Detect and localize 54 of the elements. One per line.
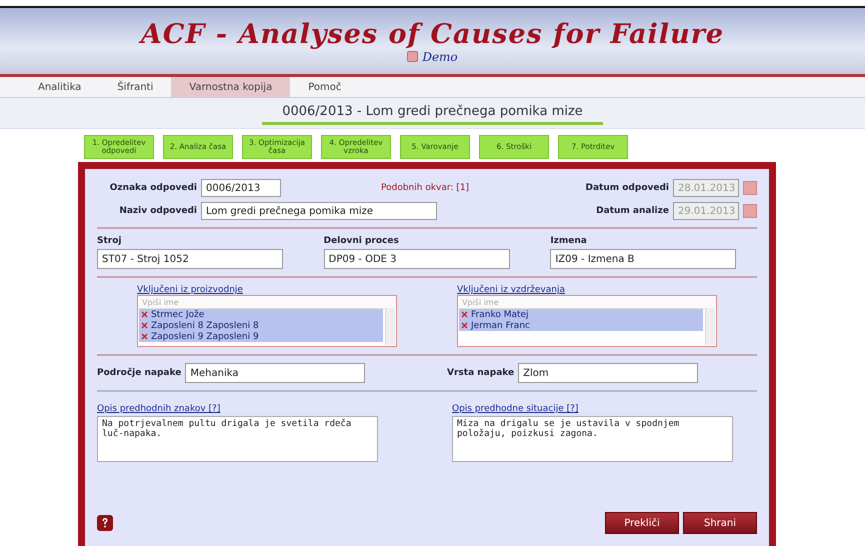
- person-name: Jerman Franc: [471, 320, 530, 330]
- people-listbox[interactable]: Vpiši ime Strmec Jože Zaposleni 8 Zaposleni 8 Zaposleni 9 Zaposleni 9: [137, 295, 397, 347]
- person-name: Franko Matej: [471, 310, 529, 320]
- scrollbar[interactable]: [385, 308, 395, 345]
- similar-failures-link[interactable]: Podobnih okvar: [1]: [381, 183, 470, 193]
- record-heading: 0006/2013 - Lom gredi prečnega pomika mize: [262, 102, 603, 124]
- list-item[interactable]: Zaposleni 8 Zaposleni 8: [139, 320, 383, 331]
- app-title: ACF - Analyses of Causes for Failure: [140, 18, 724, 50]
- select-field[interactable]: ST07 - Stroj 1052: [97, 249, 283, 269]
- id-field[interactable]: 0006/2013: [201, 179, 281, 197]
- field-label: Naziv odpovedi: [118, 206, 197, 216]
- remove-icon[interactable]: [141, 322, 148, 329]
- menu-item[interactable]: Pomoč: [290, 77, 360, 97]
- remove-icon[interactable]: [461, 311, 468, 318]
- person-name: Zaposleni 9 Zaposleni 9: [151, 332, 259, 342]
- person-name: Strmec Jože: [151, 310, 204, 320]
- person-name: Zaposleni 8 Zaposleni 8: [151, 320, 259, 330]
- field-label: Datum odpovedi: [585, 183, 669, 193]
- select-field[interactable]: IZ09 - Izmena B: [550, 249, 736, 269]
- description-textarea[interactable]: Miza na drigalu se je ustavila v spodnjem položaju, poizkusi zagona.: [452, 416, 733, 462]
- field-label: Vrsta napake: [447, 368, 514, 378]
- list-item[interactable]: Zaposleni 9 Zaposleni 9: [139, 331, 383, 342]
- help-icon[interactable]: [97, 515, 113, 531]
- list-item[interactable]: Strmec Jože: [139, 309, 383, 320]
- form-button[interactable]: Shrani: [683, 512, 757, 534]
- select-field[interactable]: DP09 - ODE 3: [324, 249, 510, 269]
- text-field[interactable]: Zlom: [518, 363, 698, 383]
- name-search-field[interactable]: Vpiši ime: [139, 297, 395, 309]
- name-field[interactable]: Lom gredi prečnega pomika mize: [201, 202, 437, 220]
- field-label: Delovni proces: [324, 236, 400, 246]
- menu-item[interactable]: Šifranti: [99, 77, 172, 97]
- list-label: Vključeni iz proizvodnje: [137, 285, 244, 295]
- people-listbox[interactable]: Vpiši ime Franko Matej Jerman Franc: [457, 295, 717, 347]
- list-item[interactable]: Jerman Franc: [459, 320, 703, 331]
- description-textarea[interactable]: Na potrjevalnem pultu drigala je svetila rdeča luč-napaka.: [97, 416, 378, 462]
- menu-item[interactable]: Analitika: [20, 77, 100, 97]
- field-label: Datum analize: [596, 206, 669, 216]
- list-label: Vključeni iz vzdrževanja: [457, 285, 566, 295]
- remove-icon[interactable]: [141, 311, 148, 318]
- demo-label: Demo: [422, 50, 458, 64]
- textarea-label[interactable]: Opis predhodne situacije [?]: [452, 404, 733, 414]
- remove-icon[interactable]: [141, 333, 148, 340]
- field-label: Oznaka odpovedi: [108, 183, 197, 193]
- scrollbar[interactable]: [705, 308, 715, 345]
- textarea-label[interactable]: Opis predhodnih znakov [?]: [97, 404, 378, 414]
- menu-item[interactable]: Varnostna kopija: [171, 77, 290, 97]
- text-field[interactable]: Mehanika: [185, 363, 366, 383]
- list-item[interactable]: Franko Matej: [459, 309, 703, 320]
- field-label: Področje napake: [97, 368, 182, 378]
- field-label: Izmena: [550, 236, 588, 246]
- name-search-field[interactable]: Vpiši ime: [459, 297, 715, 309]
- field-label: Stroj: [97, 236, 122, 246]
- remove-icon[interactable]: [461, 322, 468, 329]
- form-button[interactable]: Prekliči: [605, 512, 679, 534]
